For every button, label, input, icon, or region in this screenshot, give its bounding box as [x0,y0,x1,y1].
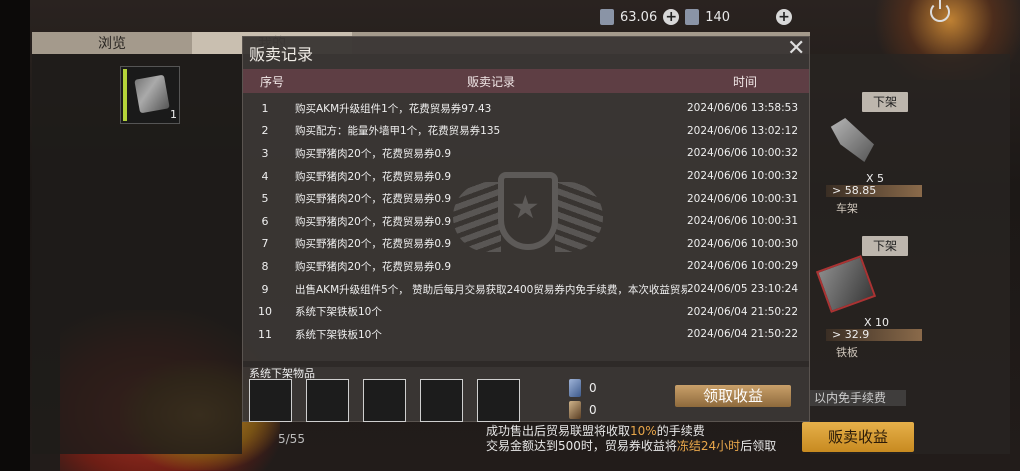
price-value: 32.9 [844,328,870,341]
claim-income-button[interactable]: 领取收益 [675,385,791,407]
row-index: 5 [261,192,269,206]
table-row: 8 购买野猪肉20个，花费贸易券0.9 2024/06/06 10:00:29 [243,255,809,278]
table-row: 10 系统下架铁板10个 2024/06/04 21:50:22 [243,300,809,323]
add-coupon-button[interactable]: + [663,9,680,25]
rarity-bar [123,69,127,121]
freeze-text: 后领取 [740,439,777,453]
row-time: 2024/06/05 23:10:24 [687,283,799,296]
sell-income-button[interactable]: 贩卖收益 [802,422,914,452]
row-index: 1 [261,101,269,115]
record-list[interactable]: 1 购买AKM升级组件1个，花费贸易券97.43 2024/06/06 13:58:… [243,97,809,359]
row-time: 2024/06/06 13:02:12 [687,124,799,137]
close-icon[interactable]: ✕ [787,38,805,60]
row-index: 11 [258,327,272,341]
item-count: 1 [170,108,177,121]
page-indicator: 5/55 [278,432,305,446]
row-time: 2024/06/04 21:50:22 [687,305,799,318]
unlist-button[interactable]: 下架 [862,236,908,256]
table-row: 7 购买野猪肉20个，花费贸易券0.9 2024/06/06 10:00:30 [243,233,809,256]
inventory-slot[interactable]: 1 [120,66,180,124]
table-row: 11 系统下架铁板10个 2024/06/04 21:50:22 [243,323,809,346]
unlist-button[interactable]: 下架 [862,92,908,112]
row-record: 购买配方：能量外墙甲1个，花费贸易券135 [295,125,501,138]
row-time: 2024/06/06 13:58:53 [687,102,799,115]
delisted-slot[interactable] [477,379,520,422]
listing-name: 铁板 [836,346,858,359]
ticket-b-count: 0 [589,403,597,417]
table-row: 1 购买AKM升级组件1个，花费贸易券97.43 2024/06/06 13:58:… [243,97,809,120]
add-gem-button[interactable]: + [776,9,793,25]
row-time: 2024/06/04 21:50:22 [687,328,799,341]
fee-text: 的手续费 [656,424,705,438]
gem-icon [685,9,700,25]
row-index: 10 [258,305,272,319]
row-record: 系统下架铁板10个 [295,328,382,341]
row-index: 4 [261,169,269,183]
row-record: 购买野猪肉20个，花费贸易券0.9 [295,147,452,160]
trade-coupon-amount: 63.06 [620,9,658,25]
freeze-text: 交易金额达到500时，贸易券收益将 [486,439,677,453]
row-index: 6 [261,214,269,228]
row-index: 8 [261,259,269,273]
scene-edge [0,0,30,471]
currency-bar: 63.06 + 140 + [600,6,793,28]
row-index: 3 [261,146,269,160]
row-index: 2 [261,124,269,138]
divider [243,361,809,367]
header-index: 序号 [259,74,284,89]
table-row: 9 出售AKM升级组件5个， 赞助后每月交易获取2400贸易券内免手续费，本次收益… [243,278,809,301]
fee-text: 成功售出后贸易联盟将收取 [486,424,631,438]
listing-price: > 32.9 [826,329,922,341]
trade-coupon-icon [600,9,614,25]
tab-browse[interactable]: 浏览 [32,32,192,54]
delisted-slot[interactable] [306,379,349,422]
header-time: 时间 [732,74,757,89]
row-index: 7 [261,237,269,251]
delisted-slot[interactable] [249,379,292,422]
row-time: 2024/06/06 10:00:32 [687,170,799,183]
table-row: 4 购买野猪肉20个，花费贸易券0.9 2024/06/06 10:00:32 [243,165,809,188]
row-time: 2024/06/06 10:00:32 [687,147,799,160]
card-ticket-icon [569,401,581,419]
row-time: 2024/06/06 10:00:29 [687,260,799,273]
ticket-a-count: 0 [589,381,597,395]
row-time: 2024/06/06 10:00:31 [687,192,799,205]
delisted-slot[interactable] [420,379,463,422]
table-row: 2 购买配方：能量外墙甲1个，花费贸易券135 2024/06/06 13:02:1… [243,120,809,143]
gem-amount: 140 [705,9,731,25]
ticket-summary: 0 0 [569,377,597,421]
row-record: 购买野猪肉20个，花费贸易券0.9 [295,238,452,251]
row-record: 购买野猪肉20个，花费贸易券0.9 [295,215,452,228]
row-record: 购买野猪肉20个，花费贸易券0.9 [295,193,452,206]
sales-record-dialog: 贩卖记录 ✕ 序号 贩卖记录 时间 ★ 1 购买AKM升级组件1个，花费贸易券97… [242,36,810,422]
listing-name: 车架 [836,202,858,215]
axe-icon [134,74,170,114]
delisted-slots [249,379,520,422]
row-index: 9 [261,282,269,296]
freeze-duration: 冻结24小时 [676,439,741,453]
table-row: 6 购买野猪肉20个，花费贸易券0.9 2024/06/06 10:00:31 [243,210,809,233]
header-record: 贩卖记录 [466,74,515,89]
listing-price: > 58.85 [826,185,922,197]
price-value: 58.85 [844,184,877,197]
table-row: 3 购买野猪肉20个，花费贸易券0.9 2024/06/06 10:00:32 [243,142,809,165]
power-icon[interactable] [930,0,950,22]
table-row: 5 购买野猪肉20个，花费贸易券0.9 2024/06/06 10:00:31 [243,187,809,210]
row-record: 购买野猪肉20个，花费贸易券0.9 [295,170,452,183]
row-time: 2024/06/06 10:00:31 [687,215,799,228]
table-header: 序号 贩卖记录 时间 [243,69,809,93]
dialog-title: 贩卖记录 [249,45,314,64]
fee-free-hint: 以内免手续费 [810,390,906,406]
fee-percent: 10% [630,424,657,438]
delisted-slot[interactable] [363,379,406,422]
row-record: 购买野猪肉20个，花费贸易券0.9 [295,260,452,273]
fee-note: 成功售出后贸易联盟将收取10%的手续费 交易金额达到500时，贸易券收益将冻结2… [486,424,776,454]
trade-ticket-icon [569,379,581,397]
row-record: 购买AKM升级组件1个，花费贸易券97.43 [295,102,492,115]
row-time: 2024/06/06 10:00:30 [687,237,799,250]
row-record: 出售AKM升级组件5个， 赞助后每月交易获取2400贸易券内免手续费，本次收益贸… [295,283,687,296]
row-record: 系统下架铁板10个 [295,306,382,319]
